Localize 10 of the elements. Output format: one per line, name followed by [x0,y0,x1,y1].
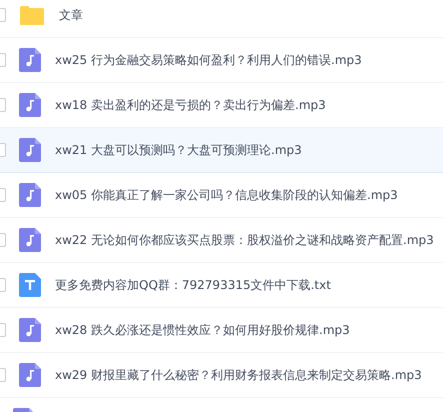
file-name: xw29 财报里藏了什么秘密？利用财务报表信息来制定交易策略.mp3 [55,366,422,384]
file-row[interactable]: xw21 大盘可以预测吗？大盘可预测理论.mp3 [0,128,443,173]
file-name: xw25 行为金融交易策略如何盈利？利用人们的错误.mp3 [55,52,362,68]
file-name: xw28 跌久必涨还是惯性效应？如何用好股价规律.mp3 [55,322,350,338]
file-name: 文章 [59,6,83,24]
file-name: xw22 无论如何你都应该买点股票：股权溢价之谜和战略资产配置.mp3 [55,232,434,248]
file-name: xw21 大盘可以预测吗？大盘可预测理论.mp3 [55,142,302,158]
file-name: xw18 卖出盈利的还是亏损的？卖出行为偏差.mp3 [55,96,326,114]
file-name: xw05 你能真正了解一家公司吗？信息收集阶段的认知偏差.mp3 [55,186,398,204]
file-name: 更多免费内容加QQ群：792793315文件中下载.txt [55,276,331,294]
